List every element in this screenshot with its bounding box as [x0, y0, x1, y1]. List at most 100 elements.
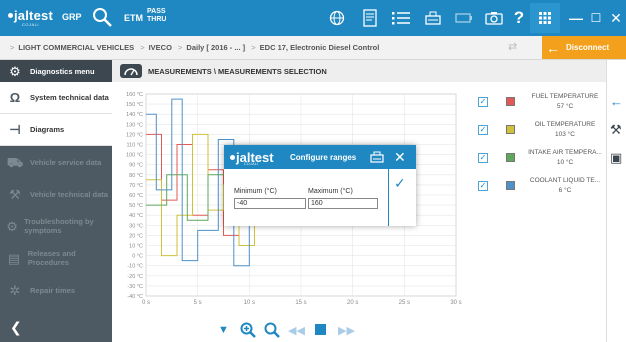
wrench-icon[interactable]: ⚒ [610, 122, 622, 138]
legend-value: 57 °C [556, 103, 574, 110]
legend-color-swatch[interactable] [506, 97, 515, 106]
minimum-label: Minimum (°C) [234, 188, 277, 195]
confirm-check-icon[interactable]: ✓ [394, 175, 406, 192]
legend-item: ✓ FUEL TEMPERATURE 57 °C [474, 89, 606, 117]
omega-icon: Ω [9, 90, 21, 105]
x-tick-label: 15 s [295, 300, 306, 306]
y-tick-label: 40 °C [129, 213, 143, 219]
y-tick-label: 150 °C [126, 102, 143, 108]
sidebar: ⚙ Diagnostics menu Ω System technical da… [0, 60, 112, 342]
panel-header: MEASUREMENTS \ MEASUREMENTS SELECTION [112, 60, 606, 82]
zoom-out-icon[interactable] [264, 322, 280, 341]
panel-title: MEASUREMENTS \ MEASUREMENTS SELECTION [148, 66, 327, 76]
y-tick-label: -40 °C [127, 294, 143, 300]
camera-icon[interactable] [484, 8, 504, 28]
breadcrumb-item[interactable]: IVECO [149, 43, 172, 52]
y-tick-label: -10 °C [127, 264, 143, 270]
chevron-left-icon[interactable]: ❮ [0, 312, 112, 342]
y-tick-label: 140 °C [126, 112, 143, 118]
truck-icon: ⛟ [6, 154, 24, 170]
breadcrumb-item[interactable]: LIGHT COMMERCIAL VEHICLES [18, 43, 134, 52]
sidebar-item-system-technical-data[interactable]: Ω System technical data [0, 82, 112, 114]
keyboard-icon[interactable] [370, 151, 384, 163]
legend-item: ✓ COOLANT LIQUID TE... 6 °C [474, 173, 606, 201]
grp-search-icon[interactable] [90, 5, 116, 31]
legend-value: 103 °C [555, 131, 575, 138]
legend-color-swatch[interactable] [506, 181, 515, 190]
y-tick-label: 30 °C [129, 223, 143, 229]
grid-icon[interactable] [530, 3, 560, 33]
sidebar-item-vehicle-technical-data[interactable]: ⚒ Vehicle technical data [0, 178, 112, 210]
maximize-icon[interactable]: ☐ [586, 8, 606, 28]
maximum-label: Maximum (°C) [308, 188, 353, 195]
sidebar-header[interactable]: ⚙ Diagnostics menu [0, 60, 112, 82]
x-tick-label: 5 s [194, 300, 202, 306]
legend-color-swatch[interactable] [506, 125, 515, 134]
etm-button[interactable]: ETM [124, 13, 143, 23]
document-icon[interactable] [362, 8, 378, 28]
y-tick-label: -30 °C [127, 284, 143, 290]
top-bar: jaltest COJALI GRP ETM PASS THRU ? — ☐ ✕ [0, 0, 626, 36]
arrow-left-icon[interactable]: ← [610, 94, 623, 109]
sidebar-item-troubleshooting[interactable]: ⚙ Troubleshooting by symptoms [0, 210, 112, 242]
gears-icon: ✲ [9, 282, 21, 298]
chevron-down-icon[interactable]: ▼ [218, 324, 229, 336]
legend-checkbox[interactable]: ✓ [478, 125, 488, 135]
y-tick-label: 0 °C [132, 254, 143, 260]
legend-name: INTAKE AIR TEMPERA... [528, 149, 602, 156]
legend-checkbox[interactable]: ✓ [478, 181, 488, 191]
globe-icon[interactable] [328, 8, 346, 28]
y-tick-label: 20 °C [129, 233, 143, 239]
reconnect-icon[interactable]: ⇄ [508, 40, 517, 53]
legend-value: 10 °C [556, 159, 574, 166]
breadcrumb-item[interactable]: EDC 17, Electronic Diesel Control [260, 43, 380, 52]
grp-button[interactable]: GRP [62, 12, 82, 22]
y-tick-label: 70 °C [129, 183, 143, 189]
sidebar-item-repair-times[interactable]: ✲ Repair times [0, 274, 112, 306]
legend-name: OIL TEMPERATURE [534, 121, 596, 128]
sidebar-item-diagrams[interactable]: ⊣ Diagrams [0, 114, 112, 146]
rewind-icon[interactable]: ◀◀ [288, 324, 305, 337]
legend-name: FUEL TEMPERATURE [531, 93, 599, 100]
pass-thru-button[interactable]: PASS THRU [147, 8, 166, 24]
dialog-close-icon[interactable]: ✕ [394, 149, 406, 166]
right-toolbar: ← ⚒ ▣ [606, 60, 626, 342]
legend-checkbox[interactable]: ✓ [478, 97, 488, 107]
diagram-icon: ⊣ [9, 122, 21, 137]
configure-ranges-dialog: jaltest COJALI Configure ranges ✕ Minimu… [224, 145, 416, 226]
x-tick-label: 25 s [399, 300, 410, 306]
y-tick-label: 130 °C [126, 122, 143, 128]
tools-icon: ⚙ [6, 218, 18, 234]
sidebar-item-vehicle-service-data[interactable]: ⛟ Vehicle service data [0, 146, 112, 178]
breadcrumb-item[interactable]: Daily [ 2016 - ... ] [186, 43, 245, 52]
help-icon[interactable]: ? [512, 8, 526, 28]
dialog-title: Configure ranges [290, 153, 357, 162]
minimum-input[interactable] [234, 198, 306, 209]
minimize-icon[interactable]: — [566, 8, 586, 28]
stop-icon[interactable] [314, 322, 328, 339]
keyboard-icon[interactable] [424, 8, 442, 28]
sidebar-item-releases[interactable]: ▤ Releases and Procedures [0, 242, 112, 274]
close-icon[interactable]: ✕ [606, 8, 626, 28]
y-tick-label: 90 °C [129, 163, 143, 169]
list-icon[interactable] [392, 8, 410, 28]
x-tick-label: 20 s [347, 300, 358, 306]
legend-color-swatch[interactable] [506, 153, 515, 162]
battery-icon[interactable] [454, 8, 474, 28]
y-tick-label: 120 °C [126, 132, 143, 138]
legend-checkbox[interactable]: ✓ [478, 153, 488, 163]
y-tick-label: 50 °C [129, 203, 143, 209]
y-tick-label: 110 °C [127, 143, 143, 149]
y-tick-label: 80 °C [129, 173, 143, 179]
wrench-icon: ⚒ [9, 186, 21, 202]
legend-item: ✓ INTAKE AIR TEMPERA... 10 °C [474, 145, 606, 173]
diagnostics-icon: ⚙ [9, 63, 21, 79]
playback-controls: ▼ ◀◀ ▶▶ [112, 318, 606, 342]
documents-icon[interactable]: ▣ [610, 150, 622, 166]
y-tick-label: 10 °C [129, 244, 143, 250]
disconnect-button[interactable]: ← Disconnect [542, 36, 626, 59]
fast-forward-icon[interactable]: ▶▶ [338, 324, 355, 337]
maximum-input[interactable] [308, 198, 378, 209]
x-tick-label: 30 s [450, 300, 461, 306]
zoom-in-icon[interactable] [240, 322, 256, 341]
